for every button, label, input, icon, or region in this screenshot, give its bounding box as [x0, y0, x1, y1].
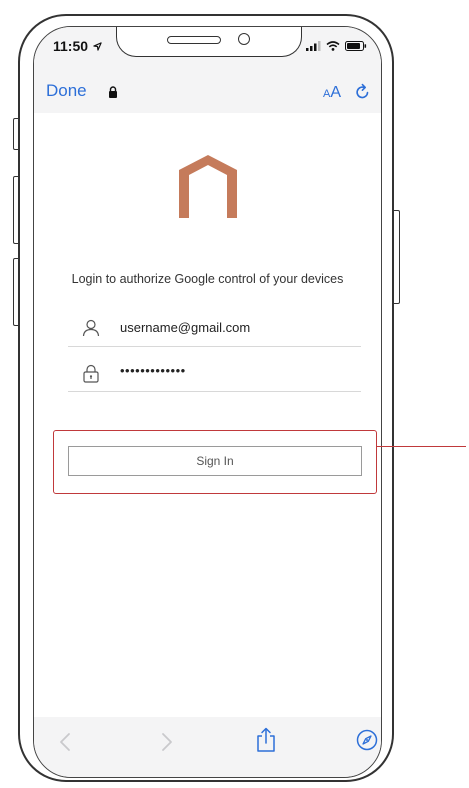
wifi-icon — [326, 41, 340, 51]
username-value: username@gmail.com — [120, 320, 251, 335]
padlock-icon — [83, 364, 99, 383]
share-icon[interactable] — [256, 727, 276, 753]
house-outline-logo — [179, 155, 237, 218]
sign-in-button[interactable]: Sign In — [68, 446, 362, 476]
chevron-left-icon[interactable] — [58, 731, 72, 753]
reload-icon[interactable] — [355, 83, 371, 101]
web-content: Login to authorize Google control of you… — [34, 113, 381, 719]
browser-toolbar — [34, 717, 381, 777]
username-field[interactable]: username@gmail.com — [68, 312, 361, 347]
compass-icon[interactable] — [356, 729, 378, 751]
speaker-grille — [167, 36, 221, 44]
password-value: ••••••••••••• — [120, 363, 186, 378]
password-field[interactable]: ••••••••••••• — [68, 357, 361, 392]
browser-nav-bar: Done AA — [34, 71, 381, 113]
status-time: 11:50 — [53, 38, 102, 54]
login-prompt: Login to authorize Google control of you… — [71, 272, 344, 286]
text-size-button[interactable]: AA — [323, 84, 341, 102]
done-button[interactable]: Done — [46, 81, 87, 101]
power-button — [393, 210, 400, 304]
battery-icon — [345, 41, 367, 51]
chevron-right-icon[interactable] — [160, 731, 174, 753]
front-camera — [238, 33, 250, 45]
location-arrow-icon — [93, 42, 102, 51]
status-icons — [306, 41, 367, 51]
phone-notch — [116, 27, 302, 57]
phone-screen: 11:50 Done AA Login to authorize Google … — [33, 26, 382, 778]
user-icon — [82, 319, 100, 337]
lock-icon — [109, 86, 117, 98]
annotation-callout-line — [376, 446, 466, 447]
cellular-signal-icon — [306, 41, 321, 51]
